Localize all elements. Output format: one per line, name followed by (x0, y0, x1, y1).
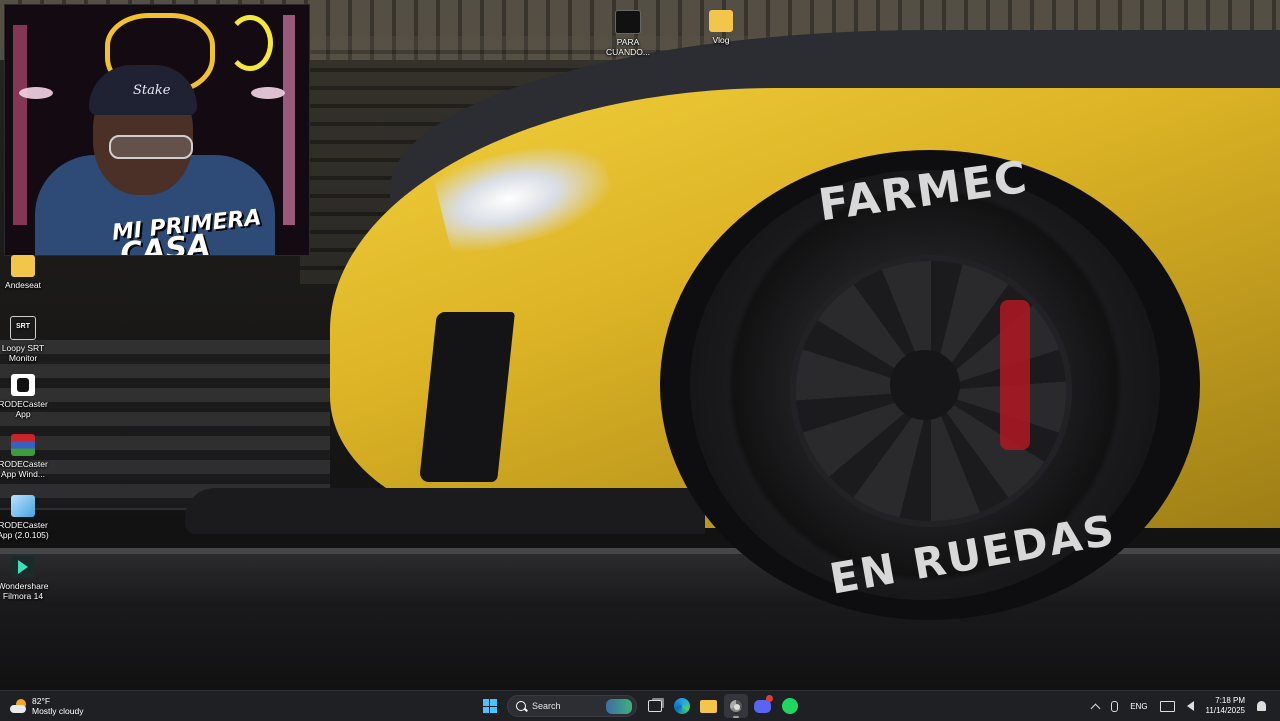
language-indicator[interactable]: ENG (1130, 702, 1147, 711)
installer-icon (11, 495, 35, 517)
clock-date: 11/14/2025 (1205, 706, 1245, 715)
desktop-icon-rodecaster-app[interactable]: RODECaster App (0, 374, 54, 419)
rodecaster-icon (11, 374, 35, 396)
desktop-icon-andeseat[interactable]: Andeseat (0, 255, 54, 290)
desktop-icon-label: RODECaster App Wind... (0, 459, 48, 479)
lamp-right (251, 87, 285, 99)
system-tray: ENG 7:18 PM 11/14/2025 (1086, 694, 1272, 718)
spotify-icon (781, 698, 798, 714)
search-highlight-icon (606, 699, 632, 714)
desktop-icon-para-cuando[interactable]: PARA CUANDO... (597, 10, 659, 57)
active-indicator (732, 716, 739, 718)
network-icon[interactable] (1159, 700, 1175, 712)
notification-bell-icon[interactable] (1257, 701, 1266, 711)
car-splitter (185, 488, 705, 534)
desktop-icon-label: PARA CUANDO... (606, 37, 650, 57)
desktop-icon-vlog[interactable]: Vlog (690, 10, 752, 45)
weather-widget[interactable]: 82°F Mostly cloudy (10, 695, 84, 717)
weather-condition: Mostly cloudy (32, 706, 84, 716)
lamp-left (19, 87, 53, 99)
desktop-icon-label: Loopy SRT Monitor (1, 343, 45, 363)
weather-cloudy-icon (10, 697, 28, 715)
taskbar-apps: Search (476, 694, 803, 718)
task-view-button[interactable] (643, 694, 667, 718)
desktop-icon-label: Vlog (712, 35, 730, 45)
search-placeholder: Search (532, 701, 561, 711)
streamer-glasses (109, 135, 193, 159)
srt-monitor-icon: SRT (10, 316, 36, 340)
chrome-button[interactable] (723, 694, 748, 718)
taskbar-search-box[interactable]: Search (507, 695, 637, 717)
desktop-icon-filmora[interactable]: Wondershare Filmora 14 (0, 556, 54, 601)
search-icon (516, 701, 526, 711)
desktop-icon-label: Andeseat (5, 280, 41, 290)
clock[interactable]: 7:18 PM 11/14/2025 (1206, 696, 1245, 716)
clock-time: 7:18 PM (1215, 696, 1245, 705)
desktop-icon-label: RODECaster App (2.0.105) (0, 520, 49, 540)
desktop-icon-label: Wondershare Filmora 14 (0, 581, 49, 601)
file-explorer-button[interactable] (697, 694, 721, 718)
start-button[interactable] (478, 694, 502, 718)
folder-icon (11, 255, 35, 277)
wallpaper-steps (0, 340, 330, 510)
desktop: FARMEC EN RUEDAS Stake MI PRIMERA CASA P… (0, 0, 1280, 690)
folder-icon (709, 10, 733, 32)
notification-badge (765, 695, 773, 702)
spotify-button[interactable] (778, 694, 802, 718)
brake-caliper (1000, 300, 1030, 450)
microphone-icon[interactable] (1111, 700, 1119, 712)
webcam-overlay: Stake MI PRIMERA CASA (4, 4, 310, 256)
edge-icon (673, 698, 690, 714)
neon-light-left (13, 25, 27, 225)
filmora-icon (11, 556, 35, 578)
volume-icon[interactable] (1186, 701, 1194, 711)
windows-logo-icon (482, 699, 497, 713)
folder-dark-icon (615, 10, 641, 34)
chrome-icon (727, 698, 744, 714)
winrar-icon (11, 434, 35, 456)
weather-temp: 82°F (32, 696, 51, 706)
edge-button[interactable] (670, 694, 694, 718)
neon-light-right (283, 15, 295, 225)
discord-button[interactable] (751, 694, 775, 718)
task-view-icon (647, 700, 662, 712)
desktop-icon-loopy-srt[interactable]: SRT Loopy SRT Monitor (0, 316, 54, 363)
neon-banana-sign (227, 15, 273, 71)
cap-logo: Stake (133, 83, 171, 98)
show-hidden-icons-chevron-up-icon[interactable] (1090, 703, 1101, 713)
folder-icon (700, 699, 717, 713)
taskbar: 82°F Mostly cloudy Search ENG 7:18 PM 11… (0, 690, 1280, 721)
desktop-icon-rodecaster-2[interactable]: RODECaster App (2.0.105) (0, 495, 54, 540)
desktop-icon-label: RODECaster App (0, 399, 48, 419)
desktop-icon-rodecaster-wind[interactable]: RODECaster App Wind... (0, 434, 54, 479)
wheel-hub (890, 350, 960, 420)
